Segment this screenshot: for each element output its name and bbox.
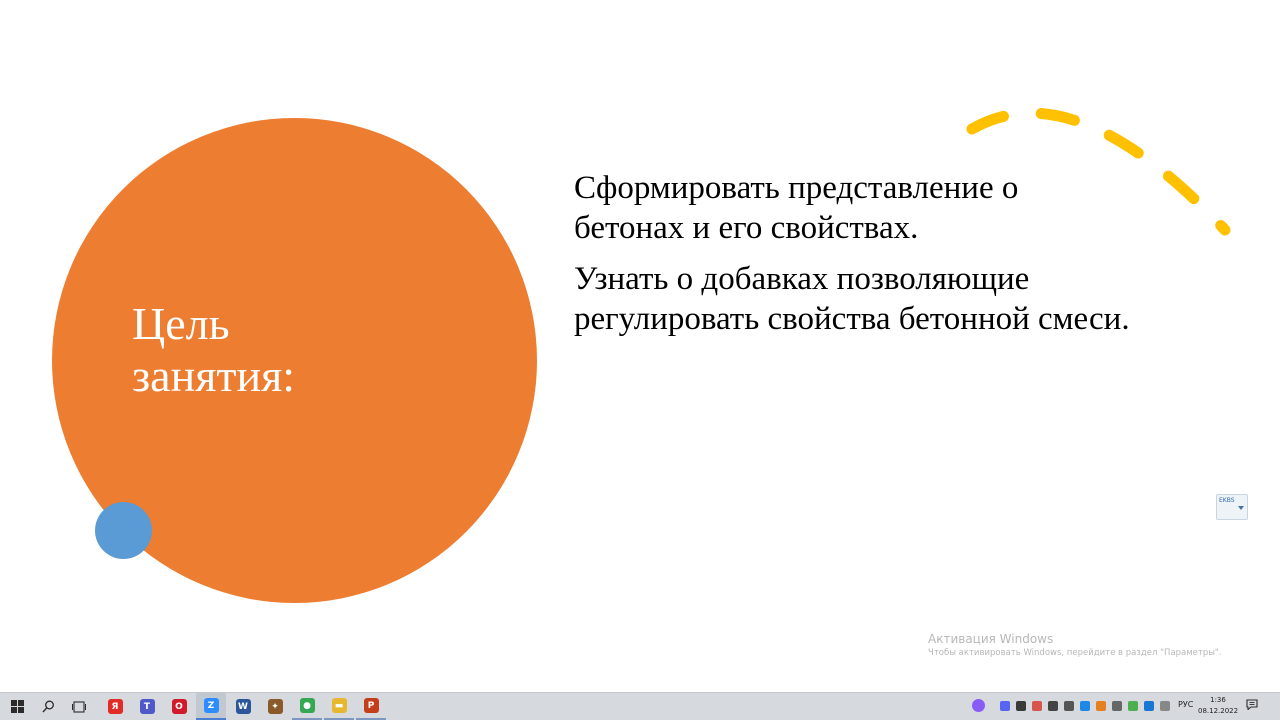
taskbar-app-zoom[interactable]: Z (196, 693, 226, 720)
input-language-indicator[interactable]: РУС (1178, 700, 1193, 709)
app-tray-icon-2[interactable] (1128, 701, 1138, 711)
slide-title: Цель занятия: (132, 298, 472, 401)
help-icon[interactable] (1080, 701, 1090, 711)
body-paragraph-2: Узнать о добавках позволяющие регулирова… (574, 261, 1130, 337)
windows-taskbar: Я T O Z W ✦ ● ▬ P РУС 1:36 08.12.2022 (0, 692, 1280, 720)
taskbar-app-chrome[interactable]: ● (292, 693, 322, 720)
clock-date: 08.12.2022 (1198, 707, 1239, 715)
taskbar-app-yandex-browser[interactable]: Я (100, 693, 130, 720)
task-view-button[interactable] (64, 693, 94, 720)
taskbar-app-opera[interactable]: O (164, 693, 194, 720)
search-button[interactable] (33, 693, 63, 720)
taskbar-app-file-explorer[interactable]: ▬ (324, 693, 354, 720)
warning-icon[interactable] (1096, 701, 1106, 711)
taskbar-app-powerpoint[interactable]: P (356, 693, 386, 720)
yandex-browser-icon: Я (107, 699, 123, 714)
search-icon (41, 700, 54, 713)
app-tray-icon-3[interactable] (1144, 701, 1154, 711)
clock[interactable]: 1:36 08.12.2022 (1198, 695, 1238, 717)
presentation-slide: Цель занятия: Сформировать представление… (0, 0, 1280, 692)
windows-logo-icon (10, 700, 24, 713)
clock-time: 1:36 (1210, 696, 1226, 704)
powerpoint-icon: P (363, 698, 379, 713)
taskbar-app-app-unknown[interactable]: ✦ (260, 693, 290, 720)
chevron-down-icon (1238, 506, 1244, 510)
cloud-icon[interactable] (1112, 701, 1122, 711)
teams-icon: T (139, 699, 155, 714)
zoom-icon: Z (203, 698, 219, 713)
volume-icon[interactable] (1048, 701, 1058, 711)
opera-icon: O (171, 699, 187, 714)
discord-icon[interactable] (1000, 701, 1010, 711)
chrome-icon: ● (299, 698, 315, 713)
activation-subtitle: Чтобы активировать Windows, перейдите в … (928, 648, 1222, 658)
windows-activation-watermark: Активация Windows Чтобы активировать Win… (928, 632, 1222, 659)
language-bar-widget[interactable]: EKBS (1216, 494, 1248, 520)
file-explorer-icon: ▬ (331, 698, 347, 713)
app-tray-icon[interactable] (1032, 701, 1042, 711)
slide-title-line-2: занятия: (132, 349, 296, 401)
keyboard-icon[interactable] (1160, 701, 1170, 711)
notification-icon[interactable] (1246, 699, 1258, 710)
blue-circle (95, 502, 152, 559)
taskbar-app-word[interactable]: W (228, 693, 258, 720)
network-icon[interactable] (1064, 701, 1074, 711)
dashed-arc-decoration (966, 107, 1231, 236)
language-bar-label: EKBS (1219, 497, 1235, 504)
word-icon: W (235, 699, 251, 714)
shield-icon[interactable] (1016, 701, 1026, 711)
task-view-icon (72, 700, 86, 713)
alice-icon[interactable] (972, 699, 985, 712)
app-unknown-icon: ✦ (267, 699, 283, 714)
start-button[interactable] (2, 693, 32, 720)
taskbar-app-teams[interactable]: T (132, 693, 162, 720)
activation-title: Активация Windows (928, 632, 1054, 646)
slide-title-line-1: Цель (132, 298, 230, 349)
